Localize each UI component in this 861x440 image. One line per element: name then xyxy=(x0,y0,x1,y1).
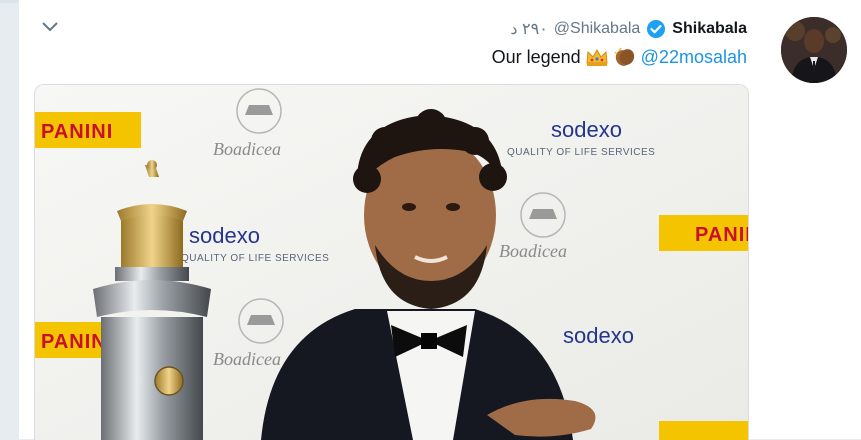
tweet-header: ٢٩٠ د @Shikabala Shikabala xyxy=(510,18,747,40)
tweet-photo[interactable]: PANINI PANINI PANINI sodexo QUALITY OF L… xyxy=(34,84,749,440)
svg-text:QUALITY OF LIFE SERVICES: QUALITY OF LIFE SERVICES xyxy=(181,253,329,264)
tweet-card[interactable]: ٢٩٠ د @Shikabala Shikabala Our legend @2… xyxy=(18,0,861,440)
tweet-body: Our legend xyxy=(491,46,581,67)
panini-logo: PANINI xyxy=(35,112,141,148)
svg-text:Boadicea: Boadicea xyxy=(499,241,567,261)
tweet-text: Our legend @22mosalah xyxy=(492,44,747,70)
avatar[interactable] xyxy=(781,17,847,83)
author-handle[interactable]: @Shikabala xyxy=(554,20,641,38)
svg-text:sodexo: sodexo xyxy=(189,223,260,248)
svg-text:PANINI: PANINI xyxy=(41,121,113,143)
svg-text:sodexo: sodexo xyxy=(551,117,622,142)
clapping-hands-emoji-icon xyxy=(613,45,637,69)
verified-badge-icon xyxy=(646,19,666,39)
tweet-timestamp[interactable]: ٢٩٠ د xyxy=(510,19,547,39)
svg-text:Boadicea: Boadicea xyxy=(213,349,281,369)
panini-logo: PANINI xyxy=(659,215,748,251)
author-name[interactable]: Shikabala xyxy=(672,20,747,38)
mention-link[interactable]: @22mosalah xyxy=(641,47,747,68)
svg-text:PANINI: PANINI xyxy=(695,224,748,246)
svg-text:sodexo: sodexo xyxy=(563,323,634,348)
crown-emoji-icon xyxy=(585,45,609,69)
panini-logo xyxy=(659,421,748,440)
svg-text:QUALITY OF LIFE SERVICES: QUALITY OF LIFE SERVICES xyxy=(507,147,655,158)
svg-text:Boadicea: Boadicea xyxy=(213,139,281,159)
sodexo-logo: sodexo xyxy=(563,323,634,348)
chevron-down-icon[interactable] xyxy=(39,16,61,38)
